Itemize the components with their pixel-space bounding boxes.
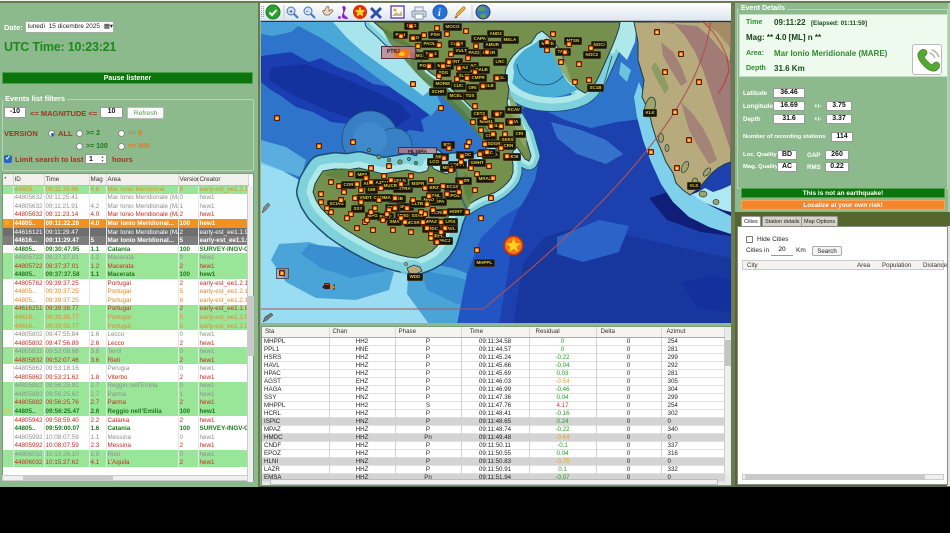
svg-text:i: i xyxy=(438,8,441,19)
svg-text:+: + xyxy=(289,9,293,16)
